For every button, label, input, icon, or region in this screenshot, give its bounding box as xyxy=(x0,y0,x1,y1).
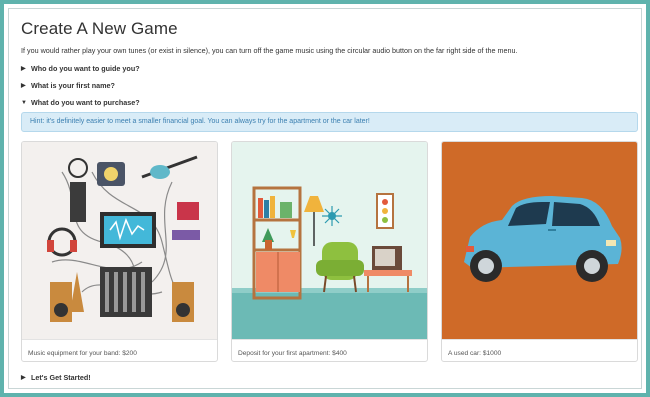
music-equipment-icon xyxy=(47,155,200,322)
accordion-first-name[interactable]: ▶ What is your first name? xyxy=(21,81,115,90)
music-equipment-illustration xyxy=(22,142,217,339)
hint-alert: Hint: it's definitely easier to meet a s… xyxy=(21,112,638,132)
accordion-get-started[interactable]: ▶ Let's Get Started! xyxy=(21,373,91,382)
accordion-guide-label: Who do you want to guide you? xyxy=(31,64,140,73)
purchase-card-music[interactable]: Music equipment for your band: $200 xyxy=(21,141,218,362)
car-icon xyxy=(464,196,622,282)
caret-right-icon: ▶ xyxy=(21,83,26,89)
card-caption: A used car: $1000 xyxy=(448,350,502,357)
purchase-card-car[interactable]: A used car: $1000 xyxy=(441,141,638,362)
accordion-guide[interactable]: ▶ Who do you want to guide you? xyxy=(21,64,140,73)
car-illustration xyxy=(442,142,637,339)
page-title: Create A New Game xyxy=(21,19,178,38)
caret-down-icon: ▼ xyxy=(21,99,27,106)
window-frame: Create A New Game If you would rather pl… xyxy=(0,0,650,397)
intro-text: If you would rather play your own tunes … xyxy=(21,46,518,55)
accordion-purchase[interactable]: ▼ What do you want to purchase? xyxy=(21,98,140,107)
purchase-card-apartment[interactable]: Deposit for your first apartment: $400 xyxy=(231,141,428,362)
caret-right-icon: ▶ xyxy=(21,375,26,381)
caret-right-icon: ▶ xyxy=(21,66,26,72)
accordion-first-name-label: What is your first name? xyxy=(31,81,115,90)
accordion-purchase-label: What do you want to purchase? xyxy=(31,98,140,107)
apartment-illustration xyxy=(232,142,427,339)
card-divider xyxy=(22,339,217,340)
apartment-icon xyxy=(232,186,427,339)
page-container: Create A New Game If you would rather pl… xyxy=(8,8,642,389)
get-started-label: Let's Get Started! xyxy=(31,373,91,382)
card-caption: Music equipment for your band: $200 xyxy=(28,350,137,357)
card-divider xyxy=(232,339,427,340)
card-divider xyxy=(442,339,637,340)
card-caption: Deposit for your first apartment: $400 xyxy=(238,350,347,357)
